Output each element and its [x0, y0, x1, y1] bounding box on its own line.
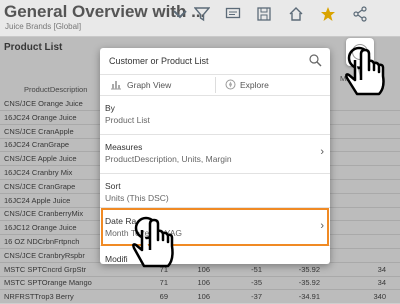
sort-section[interactable]: Sort Units (This DSC) [100, 174, 330, 208]
tap-hand-icon [130, 214, 184, 279]
measures-value: ProductDescription, Units, Margin [105, 154, 232, 164]
popover-title: Customer or Product List [109, 56, 209, 66]
by-section[interactable]: By Product List [100, 96, 330, 135]
measures-section[interactable]: Measures ProductDescription, Units, Marg… [100, 135, 330, 174]
by-title: By [105, 103, 115, 113]
popover-header: Customer or Product List [100, 48, 330, 75]
favorite-star-icon[interactable] [318, 6, 338, 26]
filter-icon[interactable] [192, 6, 212, 26]
page-subtitle: Juice Brands [Global] [5, 22, 82, 31]
share-icon[interactable] [350, 6, 370, 26]
comment-icon[interactable] [223, 6, 243, 26]
tab-graph-view[interactable]: Graph View [100, 75, 215, 95]
bar-chart-icon [110, 79, 122, 92]
page: General Overview with ... Juice Brands [… [0, 0, 400, 304]
sort-value: Units (This DSC) [105, 193, 169, 203]
tab-explore[interactable]: Explore [215, 75, 330, 95]
view-tabs: Graph View Explore [100, 75, 330, 96]
explore-icon [225, 79, 236, 92]
tab-explore-label: Explore [240, 80, 269, 90]
app-header: General Overview with ... Juice Brands [… [0, 0, 400, 36]
measures-title: Measures [105, 142, 143, 152]
sort-title: Sort [105, 181, 121, 191]
home-icon[interactable] [286, 6, 306, 26]
modifiers-title: Modifi [105, 254, 128, 264]
by-value: Product List [105, 115, 150, 125]
chevron-down-icon[interactable] [170, 6, 190, 26]
tab-graph-view-label: Graph View [127, 80, 172, 90]
save-icon[interactable] [254, 6, 274, 26]
chevron-right-icon: › [320, 146, 324, 158]
tap-hand-icon [343, 44, 393, 107]
search-icon[interactable] [308, 53, 322, 67]
